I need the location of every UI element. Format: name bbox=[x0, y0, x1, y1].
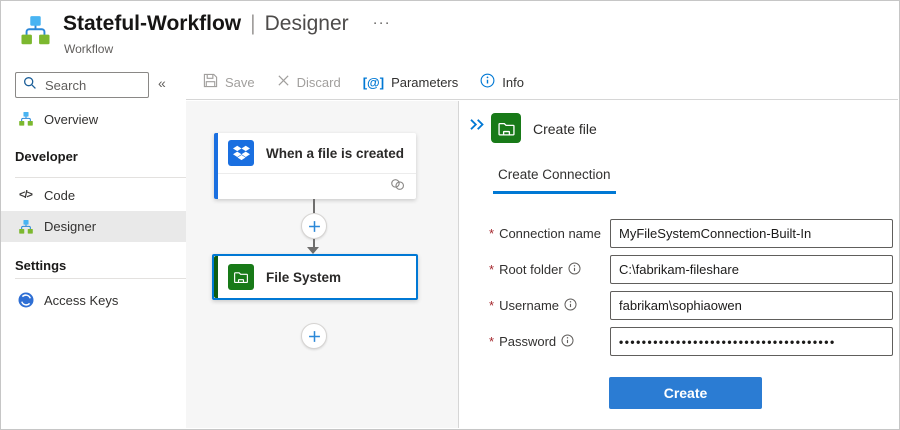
required-asterisk: * bbox=[489, 262, 494, 277]
sidebar-item-access-keys[interactable]: Access Keys bbox=[1, 285, 186, 315]
password-info-icon[interactable] bbox=[561, 334, 574, 350]
form-row: * Password bbox=[459, 327, 898, 356]
form-row: * Connection name bbox=[459, 219, 898, 248]
info-label: Info bbox=[502, 75, 524, 90]
resource-type-label: Workflow bbox=[64, 42, 113, 56]
password-input[interactable] bbox=[610, 327, 893, 356]
collapse-sidebar-icon[interactable]: « bbox=[158, 75, 166, 91]
panel-title: Create file bbox=[533, 121, 597, 137]
username-info-icon[interactable] bbox=[564, 298, 577, 314]
action-card-title: File System bbox=[266, 270, 341, 285]
action-accent-bar bbox=[214, 256, 218, 298]
parameters-label: Parameters bbox=[391, 75, 458, 90]
sidebar-item-label: Overview bbox=[44, 112, 98, 127]
search-input[interactable] bbox=[43, 77, 139, 94]
trigger-accent-bar bbox=[214, 133, 218, 199]
parameters-icon: [@] bbox=[363, 75, 384, 90]
password-label: * Password bbox=[489, 327, 607, 356]
username-input[interactable] bbox=[610, 291, 893, 320]
code-icon: </> bbox=[17, 189, 34, 201]
required-asterisk: * bbox=[489, 226, 494, 241]
save-icon bbox=[203, 73, 218, 91]
trigger-card-title: When a file is created bbox=[266, 146, 404, 161]
save-label: Save bbox=[225, 75, 255, 90]
tab-create-connection[interactable]: Create Connection bbox=[493, 167, 616, 194]
sidebar: « Overview Developer </> Code bbox=[1, 65, 186, 428]
username-label: * Username bbox=[489, 291, 607, 320]
search-icon bbox=[23, 76, 37, 95]
sidebar-section-settings: Settings bbox=[15, 258, 66, 273]
workflow-icon bbox=[17, 111, 34, 127]
sidebar-section-developer: Developer bbox=[15, 149, 78, 164]
info-button[interactable]: Info bbox=[469, 65, 535, 99]
root-folder-label: * Root folder bbox=[489, 255, 607, 284]
command-bar: Save Discard [@] Parameters Info bbox=[186, 65, 898, 100]
create-button[interactable]: Create bbox=[609, 377, 762, 409]
access-keys-icon bbox=[17, 292, 34, 308]
app-window: Stateful-Workflow | Designer ··· Workflow «… bbox=[0, 0, 900, 430]
workflow-canvas: When a file is created bbox=[186, 101, 458, 428]
field-label: Password bbox=[499, 334, 556, 349]
title-separator: | bbox=[250, 12, 255, 35]
discard-icon bbox=[277, 74, 290, 90]
trigger-card[interactable]: When a file is created bbox=[214, 133, 416, 199]
sidebar-item-designer[interactable]: Designer bbox=[1, 211, 186, 242]
root-folder-input[interactable] bbox=[610, 255, 893, 284]
root-folder-info-icon[interactable] bbox=[568, 262, 581, 278]
action-card[interactable]: File System bbox=[212, 254, 418, 300]
save-button[interactable]: Save bbox=[192, 65, 266, 99]
discard-label: Discard bbox=[297, 75, 341, 90]
parameters-button[interactable]: [@] Parameters bbox=[352, 65, 470, 99]
action-details-panel: Create file Create Connection * Connecti… bbox=[458, 101, 898, 428]
page-view-name: Designer bbox=[265, 12, 349, 35]
page-title-row: Stateful-Workflow | Designer ··· bbox=[63, 12, 391, 36]
connection-name-input[interactable] bbox=[610, 219, 893, 248]
file-system-icon bbox=[228, 264, 254, 290]
field-label: Root folder bbox=[499, 262, 563, 277]
connection-name-label: * Connection name bbox=[489, 219, 607, 248]
insert-step-button[interactable] bbox=[301, 213, 327, 239]
form-row: * Username bbox=[459, 291, 898, 320]
sidebar-item-overview[interactable]: Overview bbox=[1, 104, 186, 134]
info-icon bbox=[480, 73, 495, 91]
sidebar-item-label: Designer bbox=[44, 219, 96, 234]
discard-button[interactable]: Discard bbox=[266, 65, 352, 99]
add-step-button[interactable] bbox=[301, 323, 327, 349]
tab-label: Create Connection bbox=[498, 167, 611, 182]
divider bbox=[15, 278, 186, 279]
sidebar-item-label: Code bbox=[44, 188, 75, 203]
sidebar-item-label: Access Keys bbox=[44, 293, 118, 308]
collapse-panel-icon[interactable] bbox=[469, 118, 485, 136]
connector-line bbox=[313, 239, 315, 247]
search-box bbox=[15, 72, 149, 98]
sidebar-item-code[interactable]: </> Code bbox=[1, 180, 186, 210]
field-label: Connection name bbox=[499, 226, 601, 241]
form-row: * Root folder bbox=[459, 255, 898, 284]
dropbox-icon bbox=[228, 140, 254, 166]
divider bbox=[15, 177, 186, 178]
connection-reference-icon[interactable] bbox=[389, 178, 406, 196]
connector-line bbox=[313, 199, 315, 213]
connector-arrow bbox=[307, 247, 319, 254]
workflow-icon bbox=[17, 219, 34, 235]
field-label: Username bbox=[499, 298, 559, 313]
workflow-icon bbox=[19, 14, 52, 52]
file-system-icon bbox=[491, 113, 521, 143]
required-asterisk: * bbox=[489, 334, 494, 349]
page-title: Stateful-Workflow bbox=[63, 12, 241, 35]
required-asterisk: * bbox=[489, 298, 494, 313]
more-menu-icon[interactable]: ··· bbox=[373, 14, 391, 31]
